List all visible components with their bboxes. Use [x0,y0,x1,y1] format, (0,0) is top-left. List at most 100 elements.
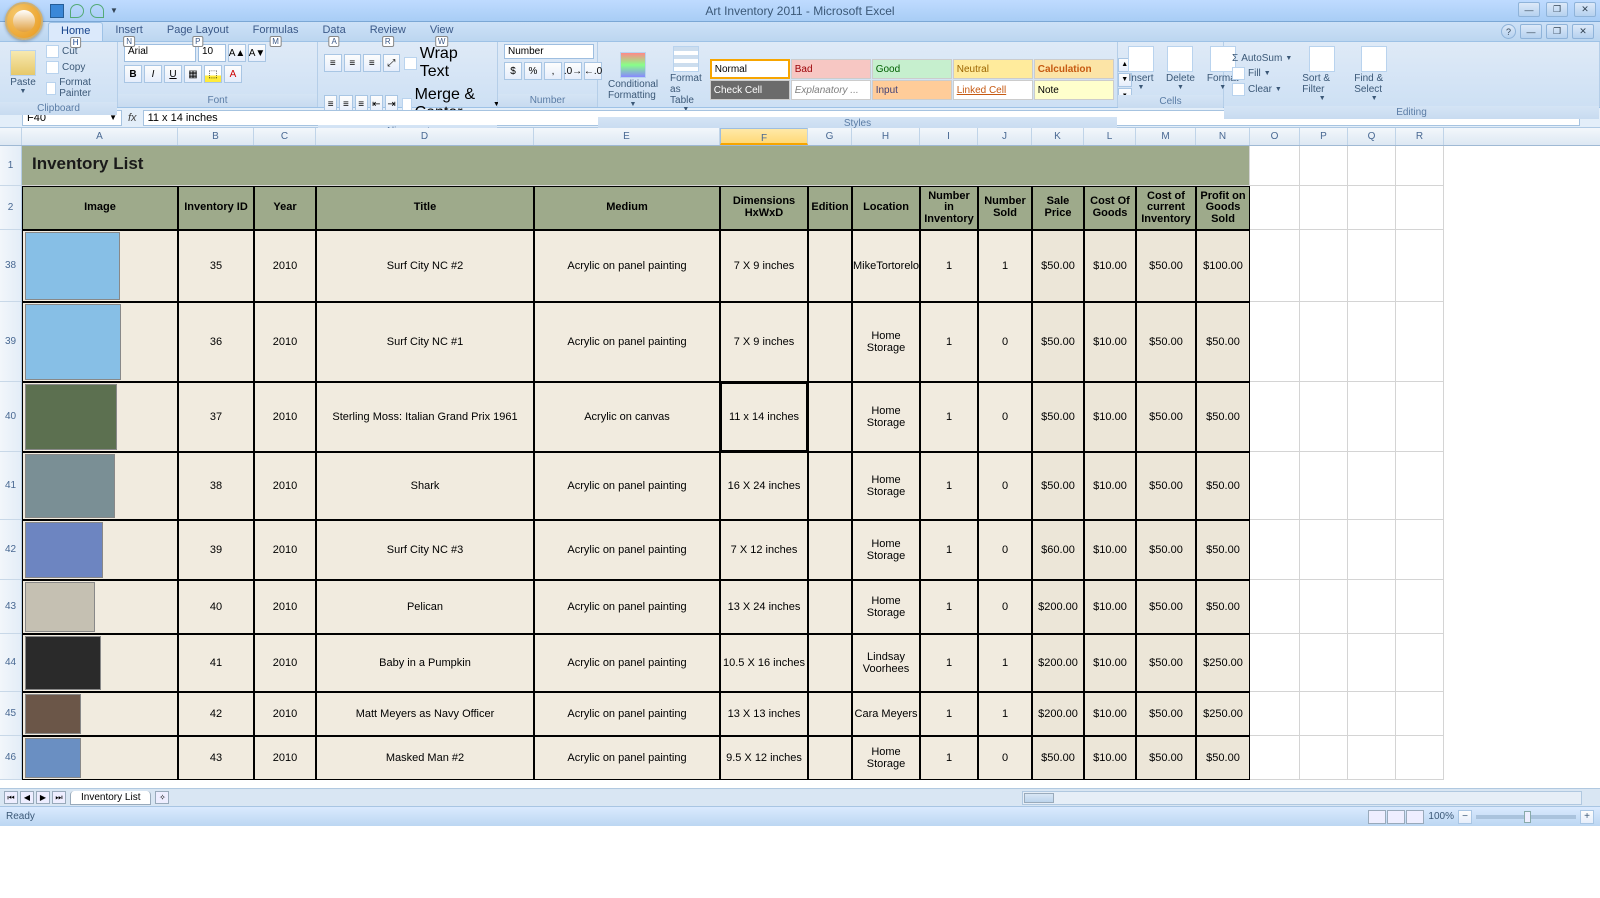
table-cell[interactable]: 0 [978,452,1032,520]
table-cell[interactable]: 2010 [254,230,316,302]
percent-button[interactable]: % [524,62,542,80]
worksheet-grid[interactable]: ABCDEFGHIJKLMNOPQR 1Inventory List2Image… [0,128,1600,788]
empty-cell[interactable] [1396,520,1444,580]
table-cell[interactable]: $50.00 [1136,692,1196,736]
table-cell[interactable]: $10.00 [1084,634,1136,692]
ribbon-tab-view[interactable]: ViewW [418,22,466,41]
table-cell[interactable]: 1 [920,580,978,634]
row-header[interactable]: 40 [0,382,22,452]
empty-cell[interactable] [1348,382,1396,452]
empty-cell[interactable] [1250,186,1300,230]
table-cell[interactable]: $60.00 [1032,520,1084,580]
style-linkedcell[interactable]: Linked Cell [953,80,1033,100]
column-header-Q[interactable]: Q [1348,128,1396,145]
table-cell[interactable]: Shark [316,452,534,520]
table-cell[interactable]: 13 X 13 inches [720,692,808,736]
column-header-cell[interactable]: Sale Price [1032,186,1084,230]
table-cell[interactable]: $50.00 [1196,382,1250,452]
office-button[interactable] [5,2,43,40]
table-cell[interactable] [808,382,852,452]
table-cell[interactable]: $50.00 [1196,302,1250,382]
table-cell[interactable]: 1 [920,520,978,580]
table-cell[interactable]: 1 [920,382,978,452]
table-cell[interactable]: $50.00 [1196,452,1250,520]
empty-cell[interactable] [1250,634,1300,692]
style-checkcell[interactable]: Check Cell [710,80,790,100]
table-cell[interactable] [22,452,178,520]
table-cell[interactable]: $50.00 [1136,634,1196,692]
table-cell[interactable]: 7 X 12 inches [720,520,808,580]
fill-color-button[interactable]: ⬚ [204,65,222,83]
close-button[interactable]: ✕ [1574,2,1596,17]
empty-cell[interactable] [1348,520,1396,580]
cell-styles-gallery[interactable]: NormalBadGoodNeutralCalculationCheck Cel… [710,59,1114,100]
redo-icon[interactable] [90,4,104,18]
table-cell[interactable]: 2010 [254,382,316,452]
table-cell[interactable]: $50.00 [1136,230,1196,302]
delete-cells-button[interactable]: Delete▼ [1162,44,1199,93]
row-header[interactable]: 41 [0,452,22,520]
table-cell[interactable]: 2010 [254,736,316,780]
undo-icon[interactable] [70,4,84,18]
table-cell[interactable]: $50.00 [1136,382,1196,452]
empty-cell[interactable] [1250,736,1300,780]
ribbon-tab-home[interactable]: HomeH [48,22,103,41]
table-cell[interactable] [22,382,178,452]
empty-cell[interactable] [1300,302,1348,382]
column-header-cell[interactable]: Number in Inventory [920,186,978,230]
table-cell[interactable] [808,452,852,520]
table-cell[interactable]: 38 [178,452,254,520]
table-cell[interactable]: Surf City NC #1 [316,302,534,382]
empty-cell[interactable] [1348,302,1396,382]
column-header-L[interactable]: L [1084,128,1136,145]
table-cell[interactable]: 1 [978,692,1032,736]
table-cell[interactable] [22,736,178,780]
column-header-cell[interactable]: Cost Of Goods [1084,186,1136,230]
comma-button[interactable]: , [544,62,562,80]
row-header[interactable]: 42 [0,520,22,580]
zoom-out-button[interactable]: − [1458,810,1472,824]
table-cell[interactable]: 36 [178,302,254,382]
table-cell[interactable]: 7 X 9 inches [720,302,808,382]
column-header-cell[interactable]: Dimensions HxWxD [720,186,808,230]
currency-button[interactable]: $ [504,62,522,80]
table-cell[interactable]: $50.00 [1136,736,1196,780]
table-cell[interactable]: $10.00 [1084,382,1136,452]
help-button[interactable]: ? [1501,24,1516,39]
row-header[interactable]: 45 [0,692,22,736]
doc-restore-button[interactable]: ❐ [1546,24,1568,39]
maximize-button[interactable]: ❐ [1546,2,1568,17]
select-all-corner[interactable] [0,128,22,145]
row-header[interactable]: 44 [0,634,22,692]
empty-cell[interactable] [1300,382,1348,452]
sort-filter-button[interactable]: Sort & Filter▼ [1298,44,1346,104]
table-cell[interactable] [22,634,178,692]
empty-cell[interactable] [1396,580,1444,634]
empty-cell[interactable] [1396,230,1444,302]
table-cell[interactable]: 0 [978,736,1032,780]
insert-cells-button[interactable]: Insert▼ [1124,44,1158,93]
empty-cell[interactable] [1396,634,1444,692]
align-bottom-button[interactable]: ≡ [363,54,381,72]
table-cell[interactable]: $10.00 [1084,580,1136,634]
style-normal[interactable]: Normal [710,59,790,79]
style-explanatory[interactable]: Explanatory ... [791,80,871,100]
table-cell[interactable]: 1 [920,736,978,780]
table-cell[interactable]: 1 [920,452,978,520]
column-header-C[interactable]: C [254,128,316,145]
ribbon-tab-formulas[interactable]: FormulasM [241,22,311,41]
table-cell[interactable]: $50.00 [1032,302,1084,382]
ribbon-tab-review[interactable]: ReviewR [358,22,418,41]
table-cell[interactable]: 35 [178,230,254,302]
table-cell[interactable]: 1 [920,302,978,382]
empty-cell[interactable] [1250,230,1300,302]
underline-button[interactable]: U [164,65,182,83]
column-header-R[interactable]: R [1396,128,1444,145]
align-middle-button[interactable]: ≡ [344,54,362,72]
column-header-cell[interactable]: Title [316,186,534,230]
column-header-M[interactable]: M [1136,128,1196,145]
table-cell[interactable]: Home Storage [852,520,920,580]
table-cell[interactable]: $50.00 [1196,580,1250,634]
style-neutral[interactable]: Neutral [953,59,1033,79]
table-cell[interactable]: 0 [978,382,1032,452]
